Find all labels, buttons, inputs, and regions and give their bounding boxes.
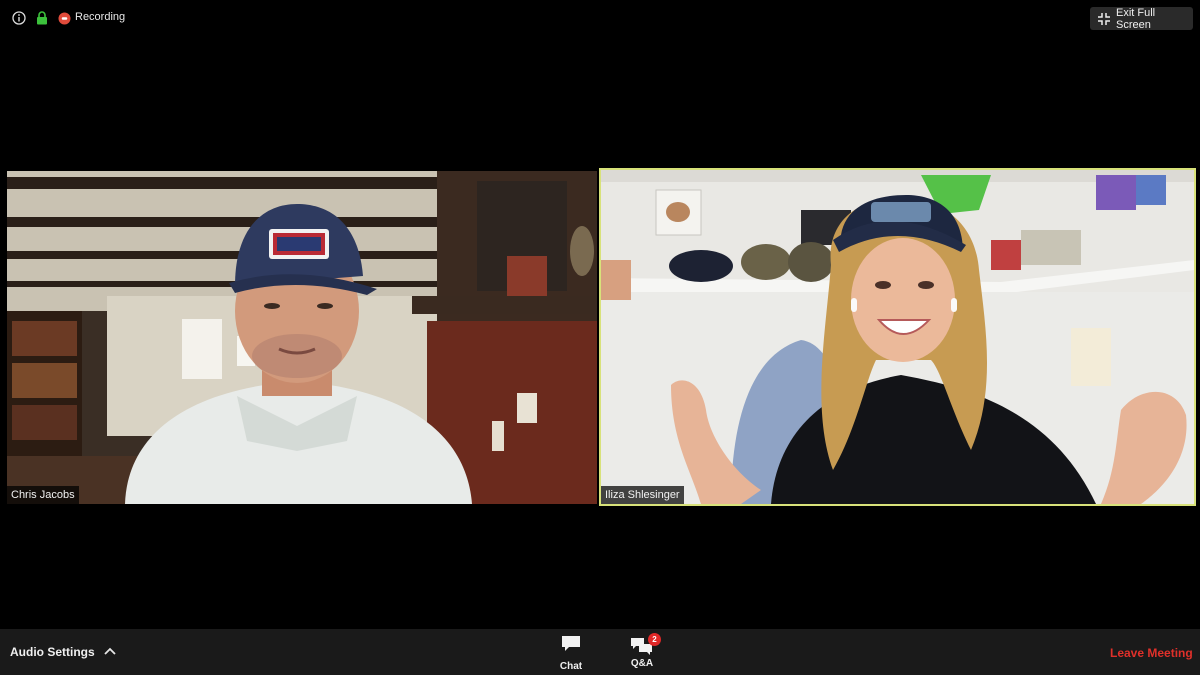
audio-settings-button[interactable]: Audio Settings — [10, 645, 95, 659]
chevron-up-icon[interactable] — [103, 644, 117, 656]
chat-label: Chat — [559, 661, 583, 672]
exit-fullscreen-icon — [1097, 12, 1111, 26]
participant-video — [601, 170, 1194, 504]
participant-name-tag: Chris Jacobs — [7, 486, 79, 504]
chat-button[interactable]: Chat — [549, 634, 593, 674]
top-bar: Recording Exit Full Screen — [0, 0, 1200, 36]
video-tile-chris-jacobs[interactable]: Chris Jacobs — [7, 171, 597, 504]
recording-dot-icon — [56, 10, 72, 26]
meeting-toolbar: Audio Settings Chat 2 Q&A Leave Meeting — [0, 629, 1200, 675]
recording-label: Recording — [75, 11, 126, 23]
qa-label: Q&A — [630, 658, 654, 669]
lock-icon[interactable] — [34, 10, 50, 26]
video-tile-iliza-shlesinger[interactable]: Iliza Shlesinger — [599, 168, 1196, 506]
exit-full-screen-button[interactable]: Exit Full Screen — [1090, 6, 1193, 31]
qa-button[interactable]: 2 Q&A — [620, 633, 664, 674]
info-icon[interactable] — [11, 10, 27, 26]
qa-icon-wrap: 2 — [620, 633, 664, 656]
participant-name-tag: Iliza Shlesinger — [601, 486, 684, 504]
leave-meeting-button[interactable]: Leave Meeting — [1110, 646, 1193, 660]
qa-badge: 2 — [648, 633, 661, 646]
participant-video — [7, 171, 597, 504]
chat-icon — [560, 634, 582, 659]
exit-full-screen-label: Exit Full Screen — [1116, 6, 1156, 31]
